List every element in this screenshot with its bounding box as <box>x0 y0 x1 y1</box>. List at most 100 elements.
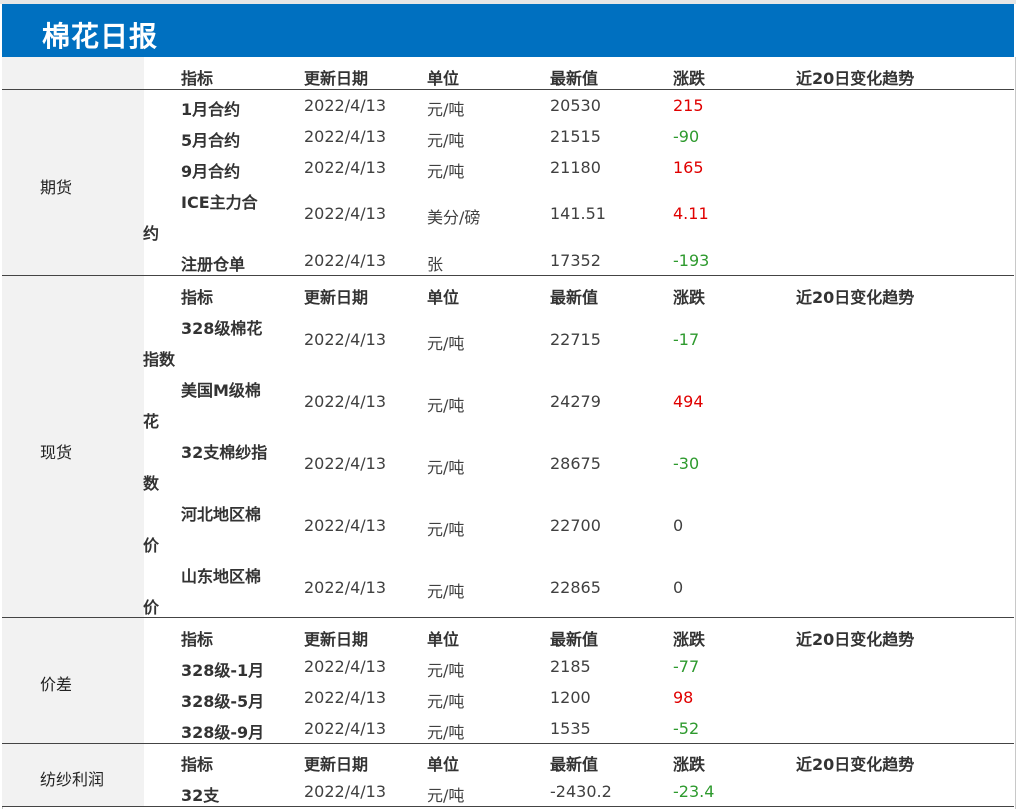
row-change: -90 <box>673 127 700 146</box>
col-header-indicator: 指标 <box>181 69 214 88</box>
row-value: 22865 <box>550 578 601 597</box>
row-change: 0 <box>673 578 684 597</box>
col-header-trend: 近20日变化趋势 <box>796 755 915 774</box>
col-header-indicator: 指标 <box>181 630 214 649</box>
col-header-date: 更新日期 <box>304 755 369 774</box>
row-value: 22715 <box>550 330 601 349</box>
col-header-trend: 近20日变化趋势 <box>796 69 915 88</box>
row-name-wrap: 价 <box>143 598 160 617</box>
row-change: -77 <box>673 657 700 676</box>
report-title: 棉花日报 <box>42 20 159 53</box>
row-unit: 元/吨 <box>427 396 465 415</box>
category-label: 价差 <box>40 675 73 694</box>
row-name: ICE主力合 <box>181 193 258 212</box>
row-name: 山东地区棉 <box>181 567 262 586</box>
col-header-change: 涨跌 <box>673 288 706 307</box>
row-unit: 元/吨 <box>427 131 465 150</box>
row-unit: 元/吨 <box>427 100 465 119</box>
row-value: 1535 <box>550 719 591 738</box>
section-spot: 现货 <box>2 275 1014 618</box>
row-date: 2022/4/13 <box>304 251 387 270</box>
col-header-unit: 单位 <box>427 69 460 88</box>
row-date: 2022/4/13 <box>304 657 387 676</box>
col-header-indicator: 指标 <box>181 288 214 307</box>
col-header-change: 涨跌 <box>673 755 706 774</box>
row-unit: 美分/磅 <box>427 208 481 227</box>
row-name: 328级-9月 <box>181 723 265 742</box>
row-date: 2022/4/13 <box>304 127 387 146</box>
category-cell: 现货 <box>2 276 144 618</box>
row-value: -2430.2 <box>550 782 612 801</box>
row-date: 2022/4/13 <box>304 330 387 349</box>
row-unit: 元/吨 <box>427 582 465 601</box>
row-change: 494 <box>673 392 704 411</box>
row-unit: 元/吨 <box>427 458 465 477</box>
category-cell <box>2 57 144 89</box>
row-change: 0 <box>673 516 684 535</box>
category-label: 纺纱利润 <box>40 770 105 789</box>
col-header-change: 涨跌 <box>673 630 706 649</box>
row-value: 20530 <box>550 96 601 115</box>
col-header-trend: 近20日变化趋势 <box>796 630 915 649</box>
row-change: -17 <box>673 330 700 349</box>
row-name: 328级-1月 <box>181 661 265 680</box>
row-change: -30 <box>673 454 700 473</box>
row-name-wrap: 指数 <box>143 350 176 369</box>
row-unit: 元/吨 <box>427 520 465 539</box>
category-cell: 价差 <box>2 618 144 744</box>
category-label: 现货 <box>40 443 73 462</box>
row-change: 165 <box>673 158 704 177</box>
row-value: 1200 <box>550 688 591 707</box>
col-header-unit: 单位 <box>427 288 460 307</box>
row-date: 2022/4/13 <box>304 719 387 738</box>
row-name: 32支 <box>181 786 220 805</box>
row-name: 5月合约 <box>181 131 241 150</box>
category-cell: 期货 <box>2 90 144 276</box>
row-date: 2022/4/13 <box>304 96 387 115</box>
bottom-border <box>2 806 1014 807</box>
row-value: 141.51 <box>550 204 606 223</box>
row-name: 河北地区棉 <box>181 505 262 524</box>
col-header-date: 更新日期 <box>304 69 369 88</box>
row-date: 2022/4/13 <box>304 516 387 535</box>
row-change: -52 <box>673 719 700 738</box>
row-unit: 元/吨 <box>427 162 465 181</box>
row-unit: 元/吨 <box>427 786 465 805</box>
row-name-wrap: 价 <box>143 536 160 555</box>
row-value: 22700 <box>550 516 601 535</box>
row-name: 1月合约 <box>181 100 241 119</box>
row-name: 美国M级棉 <box>181 381 261 400</box>
col-header-value: 最新值 <box>550 288 599 307</box>
row-change: -23.4 <box>673 782 715 801</box>
row-change: -193 <box>673 251 710 270</box>
col-header-value: 最新值 <box>550 755 599 774</box>
category-label: 期货 <box>40 178 73 197</box>
row-name-wrap: 约 <box>143 224 160 243</box>
col-header-date: 更新日期 <box>304 630 369 649</box>
row-date: 2022/4/13 <box>304 782 387 801</box>
category-cell: 纺纱利润 <box>2 744 144 807</box>
row-date: 2022/4/13 <box>304 158 387 177</box>
col-header-unit: 单位 <box>427 755 460 774</box>
row-unit: 元/吨 <box>427 723 465 742</box>
row-change: 215 <box>673 96 704 115</box>
row-name: 328级棉花 <box>181 319 263 338</box>
row-date: 2022/4/13 <box>304 578 387 597</box>
col-header-value: 最新值 <box>550 630 599 649</box>
row-value: 17352 <box>550 251 601 270</box>
col-header-indicator: 指标 <box>181 755 214 774</box>
row-date: 2022/4/13 <box>304 392 387 411</box>
row-change: 4.11 <box>673 204 709 223</box>
row-name-wrap: 数 <box>143 474 160 493</box>
row-name: 328级-5月 <box>181 692 265 711</box>
row-value: 24279 <box>550 392 601 411</box>
col-header-date: 更新日期 <box>304 288 369 307</box>
cotton-daily-report: 棉花日报 指标 更新日期 单位 最新值 涨跌 近20日变化趋势 期货 1月合约 … <box>0 0 1016 809</box>
row-value: 28675 <box>550 454 601 473</box>
row-date: 2022/4/13 <box>304 204 387 223</box>
row-value: 21180 <box>550 158 601 177</box>
row-unit: 张 <box>427 255 444 274</box>
row-name: 32支棉纱指 <box>181 443 268 462</box>
row-change: 98 <box>673 688 694 707</box>
row-name: 注册仓单 <box>181 255 246 274</box>
